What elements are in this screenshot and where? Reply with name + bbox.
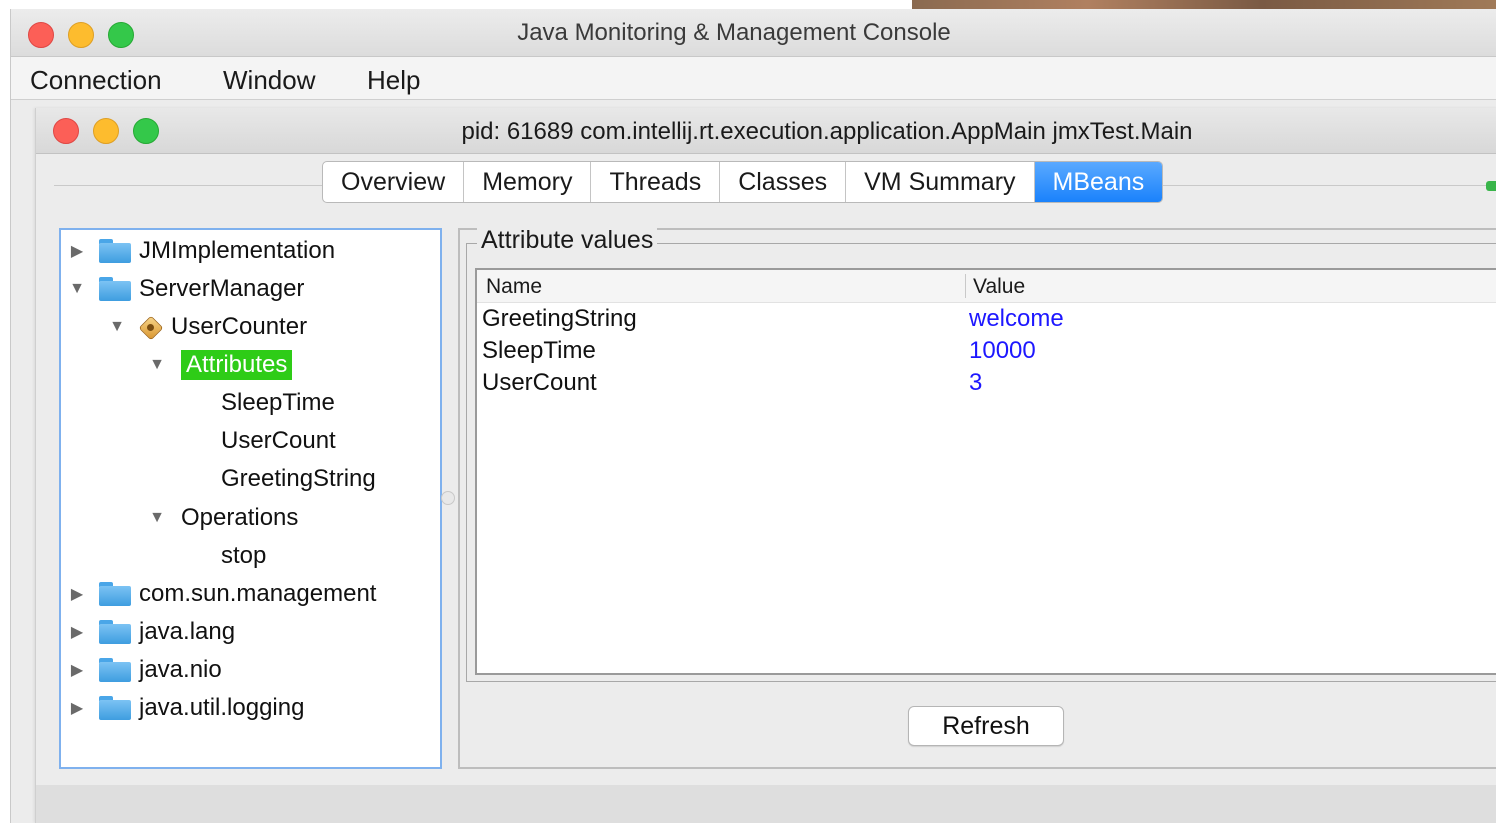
attribute-values-group: Attribute values Name Value GreetingStri… xyxy=(466,226,1496,682)
collapse-arrow-icon[interactable]: ▼ xyxy=(67,280,87,298)
expand-arrow-icon[interactable]: ▶ xyxy=(67,241,87,261)
tab-classes[interactable]: Classes xyxy=(720,162,847,202)
tree-node-java-util-logging[interactable]: ▶ java.util.logging xyxy=(67,690,305,726)
collapse-arrow-icon[interactable]: ▼ xyxy=(147,509,167,527)
tree-node-java-lang[interactable]: ▶ java.lang xyxy=(67,614,235,650)
menu-connection[interactable]: Connection xyxy=(30,65,162,96)
tree-node-label: GreetingString xyxy=(221,465,376,492)
table-row[interactable]: UserCount 3 xyxy=(477,367,1496,399)
tree-node-usercounter[interactable]: ▼ UserCounter xyxy=(107,309,307,345)
attribute-name: UserCount xyxy=(482,369,597,396)
folder-icon xyxy=(99,658,131,682)
menu-help[interactable]: Help xyxy=(367,65,420,96)
tree-node-label: com.sun.management xyxy=(139,580,377,607)
expand-arrow-icon[interactable]: ▶ xyxy=(67,660,87,680)
tree-node-stop[interactable]: stop xyxy=(221,538,266,574)
expand-arrow-icon[interactable]: ▶ xyxy=(67,584,87,604)
tab-mbeans[interactable]: MBeans xyxy=(1034,162,1163,202)
desktop-background xyxy=(912,0,1496,9)
tab-vm-summary[interactable]: VM Summary xyxy=(846,162,1035,202)
folder-icon xyxy=(99,696,131,720)
group-title: Attribute values xyxy=(477,226,658,255)
tree-node-label: java.util.logging xyxy=(139,694,305,721)
tree-node-jmimplementation[interactable]: ▶ JMImplementation xyxy=(67,233,335,269)
column-header-name[interactable]: Name xyxy=(486,275,542,299)
tree-node-label: SleepTime xyxy=(221,389,335,416)
attribute-panel: Attribute values Name Value GreetingStri… xyxy=(458,226,1496,769)
window-title-bar[interactable]: Java Monitoring & Management Console xyxy=(11,9,1496,57)
tree-node-label: JMImplementation xyxy=(139,237,336,264)
tree-node-attributes[interactable]: ▼ Attributes xyxy=(147,347,293,383)
tree-node-label: UserCounter xyxy=(171,313,308,340)
attribute-name: GreetingString xyxy=(482,305,637,332)
tree-node-sleeptime[interactable]: SleepTime xyxy=(221,385,335,421)
table-header: Name Value xyxy=(477,270,1496,303)
menu-bar: Connection Window Help xyxy=(11,57,1496,100)
connection-status-icon xyxy=(1486,181,1496,191)
attribute-value[interactable]: 10000 xyxy=(969,337,1036,365)
attribute-value[interactable]: 3 xyxy=(969,369,982,397)
collapse-arrow-icon[interactable]: ▼ xyxy=(147,356,167,374)
tab-bar: Overview Memory Threads Classes VM Summa… xyxy=(322,161,1164,203)
tree-node-java-nio[interactable]: ▶ java.nio xyxy=(67,652,222,688)
folder-icon xyxy=(99,582,131,606)
folder-icon xyxy=(99,620,131,644)
column-divider[interactable] xyxy=(965,274,966,298)
attribute-value[interactable]: welcome xyxy=(969,305,1064,333)
tree-node-label: ServerManager xyxy=(139,275,305,302)
tree-node-label: java.nio xyxy=(139,656,222,683)
split-pane-divider[interactable] xyxy=(441,491,455,505)
expand-arrow-icon[interactable]: ▶ xyxy=(67,698,87,718)
tree-node-operations[interactable]: ▼ Operations xyxy=(147,500,298,536)
tree-node-label: Operations xyxy=(181,504,299,531)
tree-node-greetingstring[interactable]: GreetingString xyxy=(221,461,376,497)
tab-threads[interactable]: Threads xyxy=(591,162,721,202)
column-header-value[interactable]: Value xyxy=(973,275,1025,299)
tree-node-label: UserCount xyxy=(221,427,336,454)
tree-node-usercount[interactable]: UserCount xyxy=(221,423,336,459)
connection-internal-frame: pid: 61689 com.intellij.rt.execution.app… xyxy=(35,108,1496,823)
window-title: Java Monitoring & Management Console xyxy=(517,19,951,46)
menu-window[interactable]: Window xyxy=(223,65,315,96)
tree-node-label: Attributes xyxy=(181,350,293,380)
refresh-button[interactable]: Refresh xyxy=(908,706,1064,746)
mbean-tree[interactable]: ▶ JMImplementation ▼ ServerManager ▼ Use… xyxy=(59,228,442,769)
attribute-name: SleepTime xyxy=(482,337,596,364)
frame-title-bar[interactable]: pid: 61689 com.intellij.rt.execution.app… xyxy=(36,108,1496,154)
mbean-icon xyxy=(137,315,164,341)
folder-icon xyxy=(99,277,131,301)
tab-overview[interactable]: Overview xyxy=(323,162,465,202)
folder-icon xyxy=(99,239,131,263)
collapse-arrow-icon[interactable]: ▼ xyxy=(107,318,127,336)
frame-title: pid: 61689 com.intellij.rt.execution.app… xyxy=(461,118,1193,145)
tree-node-label: java.lang xyxy=(139,618,236,645)
tree-node-label: stop xyxy=(221,542,267,569)
status-area xyxy=(36,785,1496,823)
table-row[interactable]: GreetingString welcome xyxy=(477,303,1496,335)
jconsole-window: Java Monitoring & Management Console Con… xyxy=(10,9,1496,823)
expand-arrow-icon[interactable]: ▶ xyxy=(67,622,87,642)
attributes-table[interactable]: Name Value GreetingString welcome SleepT… xyxy=(475,268,1496,675)
table-row[interactable]: SleepTime 10000 xyxy=(477,335,1496,367)
tree-node-servermanager[interactable]: ▼ ServerManager xyxy=(67,271,304,307)
tree-node-com-sun-management[interactable]: ▶ com.sun.management xyxy=(67,576,377,612)
tab-memory[interactable]: Memory xyxy=(464,162,592,202)
